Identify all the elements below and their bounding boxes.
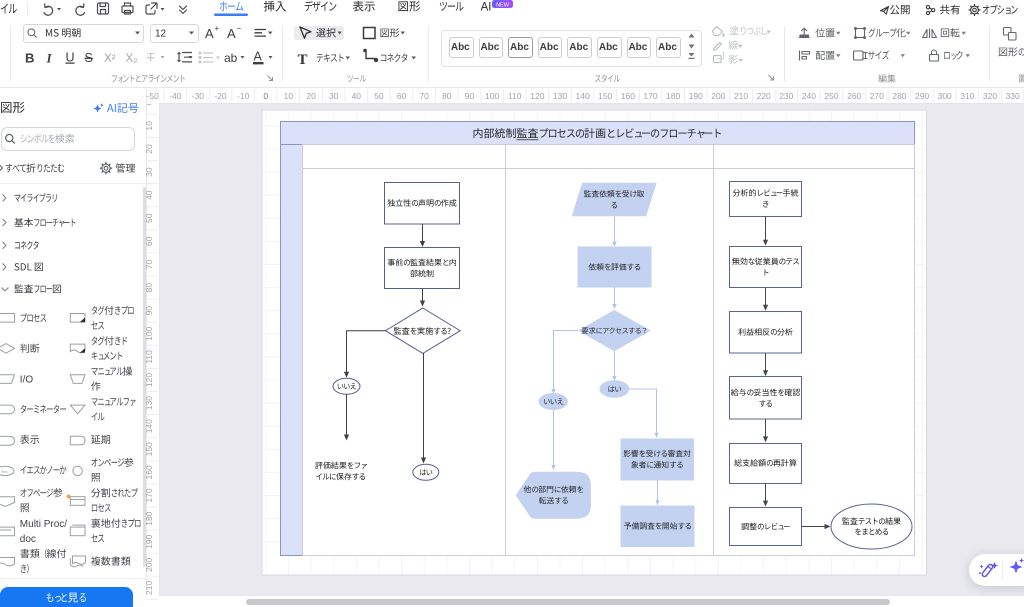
svg-text:130: 130 xyxy=(144,396,154,410)
svg-text:T: T xyxy=(147,51,155,65)
svg-text:330: 330 xyxy=(1006,91,1020,101)
svg-text:60: 60 xyxy=(144,236,154,246)
svg-text:-30: -30 xyxy=(192,91,205,101)
svg-text:Yes: Yes xyxy=(1,469,8,474)
svg-text:Abc: Abc xyxy=(599,42,618,53)
svg-text:doc: doc xyxy=(20,534,36,545)
svg-text:60: 60 xyxy=(397,91,407,101)
svg-text:A: A xyxy=(205,26,214,41)
svg-text:I/O: I/O xyxy=(20,374,34,385)
svg-text:290: 290 xyxy=(915,91,929,101)
svg-text:140: 140 xyxy=(144,419,154,433)
svg-text:T: T xyxy=(298,52,308,68)
svg-text:50: 50 xyxy=(144,213,154,223)
svg-text:40: 40 xyxy=(352,91,362,101)
svg-text:100: 100 xyxy=(144,326,154,340)
svg-text:120: 120 xyxy=(144,373,154,387)
svg-text:30: 30 xyxy=(329,91,339,101)
svg-text:210: 210 xyxy=(734,91,748,101)
svg-text:250: 250 xyxy=(824,91,838,101)
svg-text:A: A xyxy=(254,50,263,64)
svg-text:180: 180 xyxy=(144,511,154,525)
svg-text:NEW: NEW xyxy=(496,3,510,9)
svg-text:X₂: X₂ xyxy=(126,53,138,65)
svg-text:200: 200 xyxy=(711,91,725,101)
svg-text:170: 170 xyxy=(643,91,657,101)
svg-text:X²: X² xyxy=(104,53,116,65)
svg-text:B: B xyxy=(25,51,34,66)
svg-text:20: 20 xyxy=(144,144,154,154)
svg-text:280: 280 xyxy=(892,91,906,101)
svg-text:Abc: Abc xyxy=(540,42,559,53)
svg-text:320: 320 xyxy=(983,91,997,101)
svg-text:10: 10 xyxy=(144,121,154,131)
svg-text:40: 40 xyxy=(144,190,154,200)
svg-text:190: 190 xyxy=(144,534,154,548)
svg-text:70: 70 xyxy=(419,91,429,101)
svg-text:U: U xyxy=(66,51,75,65)
svg-text:Multi Proc/: Multi Proc/ xyxy=(20,519,67,530)
svg-text:80: 80 xyxy=(144,283,154,293)
svg-text:230: 230 xyxy=(779,91,793,101)
svg-text:Abc: Abc xyxy=(451,42,470,53)
svg-text:300: 300 xyxy=(938,91,952,101)
svg-text:ab: ab xyxy=(224,51,238,65)
svg-text:170: 170 xyxy=(144,488,154,502)
svg-text:110: 110 xyxy=(144,350,154,364)
svg-text:I: I xyxy=(46,51,53,66)
svg-text:S: S xyxy=(85,51,93,65)
svg-text:Abc: Abc xyxy=(510,42,529,53)
svg-text:310: 310 xyxy=(960,91,974,101)
svg-text:0: 0 xyxy=(263,91,268,101)
svg-text:240: 240 xyxy=(802,91,816,101)
svg-text:140: 140 xyxy=(576,91,590,101)
svg-text:30: 30 xyxy=(144,167,154,177)
svg-text:A: A xyxy=(227,26,236,41)
svg-text:100: 100 xyxy=(485,91,499,101)
svg-text:+: + xyxy=(215,24,220,33)
svg-text:210: 210 xyxy=(144,581,154,595)
svg-text:-40: -40 xyxy=(169,91,182,101)
svg-text:160: 160 xyxy=(621,91,635,101)
svg-text:90: 90 xyxy=(144,306,154,316)
svg-text:160: 160 xyxy=(144,465,154,479)
svg-text:120: 120 xyxy=(530,91,544,101)
svg-text:Abc: Abc xyxy=(569,42,588,53)
svg-text:−: − xyxy=(237,24,242,33)
svg-text:Abc: Abc xyxy=(628,42,647,53)
svg-text:220: 220 xyxy=(757,91,771,101)
svg-text:180: 180 xyxy=(666,91,680,101)
svg-text:80: 80 xyxy=(442,91,452,101)
svg-text:90: 90 xyxy=(465,91,475,101)
svg-text:-50: -50 xyxy=(147,91,160,101)
svg-text:70: 70 xyxy=(144,260,154,270)
svg-text:190: 190 xyxy=(689,91,703,101)
svg-text:270: 270 xyxy=(870,91,884,101)
svg-text:Abc: Abc xyxy=(480,42,499,53)
svg-text:Abc: Abc xyxy=(658,42,677,53)
svg-text:260: 260 xyxy=(847,91,861,101)
svg-text:12: 12 xyxy=(155,29,167,40)
svg-text:150: 150 xyxy=(598,91,612,101)
svg-text:-20: -20 xyxy=(214,91,227,101)
svg-text:200: 200 xyxy=(144,557,154,571)
svg-text:10: 10 xyxy=(284,91,294,101)
svg-text:130: 130 xyxy=(553,91,567,101)
svg-text:150: 150 xyxy=(144,442,154,456)
svg-text:20: 20 xyxy=(306,91,316,101)
svg-text:50: 50 xyxy=(374,91,384,101)
svg-text:AI: AI xyxy=(481,2,492,14)
svg-text:110: 110 xyxy=(508,91,522,101)
svg-text:-10: -10 xyxy=(237,91,250,101)
